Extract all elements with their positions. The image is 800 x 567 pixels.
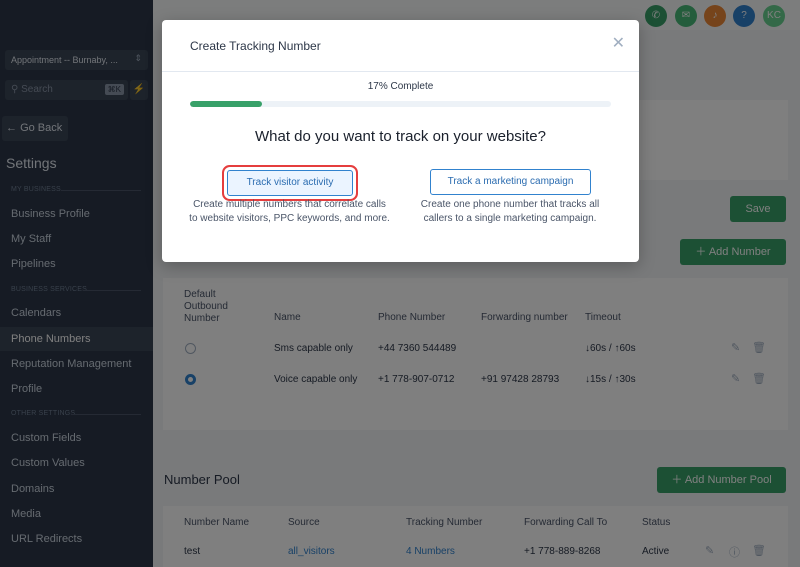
progress-label: 17% Complete <box>367 81 434 92</box>
create-tracking-number-modal: Create Tracking Number ✕ 17% Complete Wh… <box>162 20 639 262</box>
modal-title: Create Tracking Number <box>190 39 321 53</box>
progress-bar <box>190 101 611 107</box>
description-line: Create multiple numbers that correlate c… <box>193 199 386 210</box>
track-marketing-campaign-button[interactable]: Track a marketing campaign <box>430 169 591 195</box>
modal-header: Create Tracking Number ✕ <box>162 20 639 72</box>
track-visitor-activity-description: Create multiple numbers that correlate c… <box>182 198 397 226</box>
description-line: to website visitors, PPC keywords, and m… <box>189 213 390 224</box>
progress-fill <box>190 101 262 107</box>
track-marketing-campaign-description: Create one phone number that tracks all … <box>410 198 610 226</box>
track-visitor-activity-button[interactable]: Track visitor activity <box>227 170 353 196</box>
description-line: callers to a single marketing campaign. <box>423 213 597 224</box>
modal-question: What do you want to track on your websit… <box>255 128 546 145</box>
description-line: Create one phone number that tracks all <box>420 199 600 210</box>
close-icon[interactable]: ✕ <box>612 36 625 52</box>
